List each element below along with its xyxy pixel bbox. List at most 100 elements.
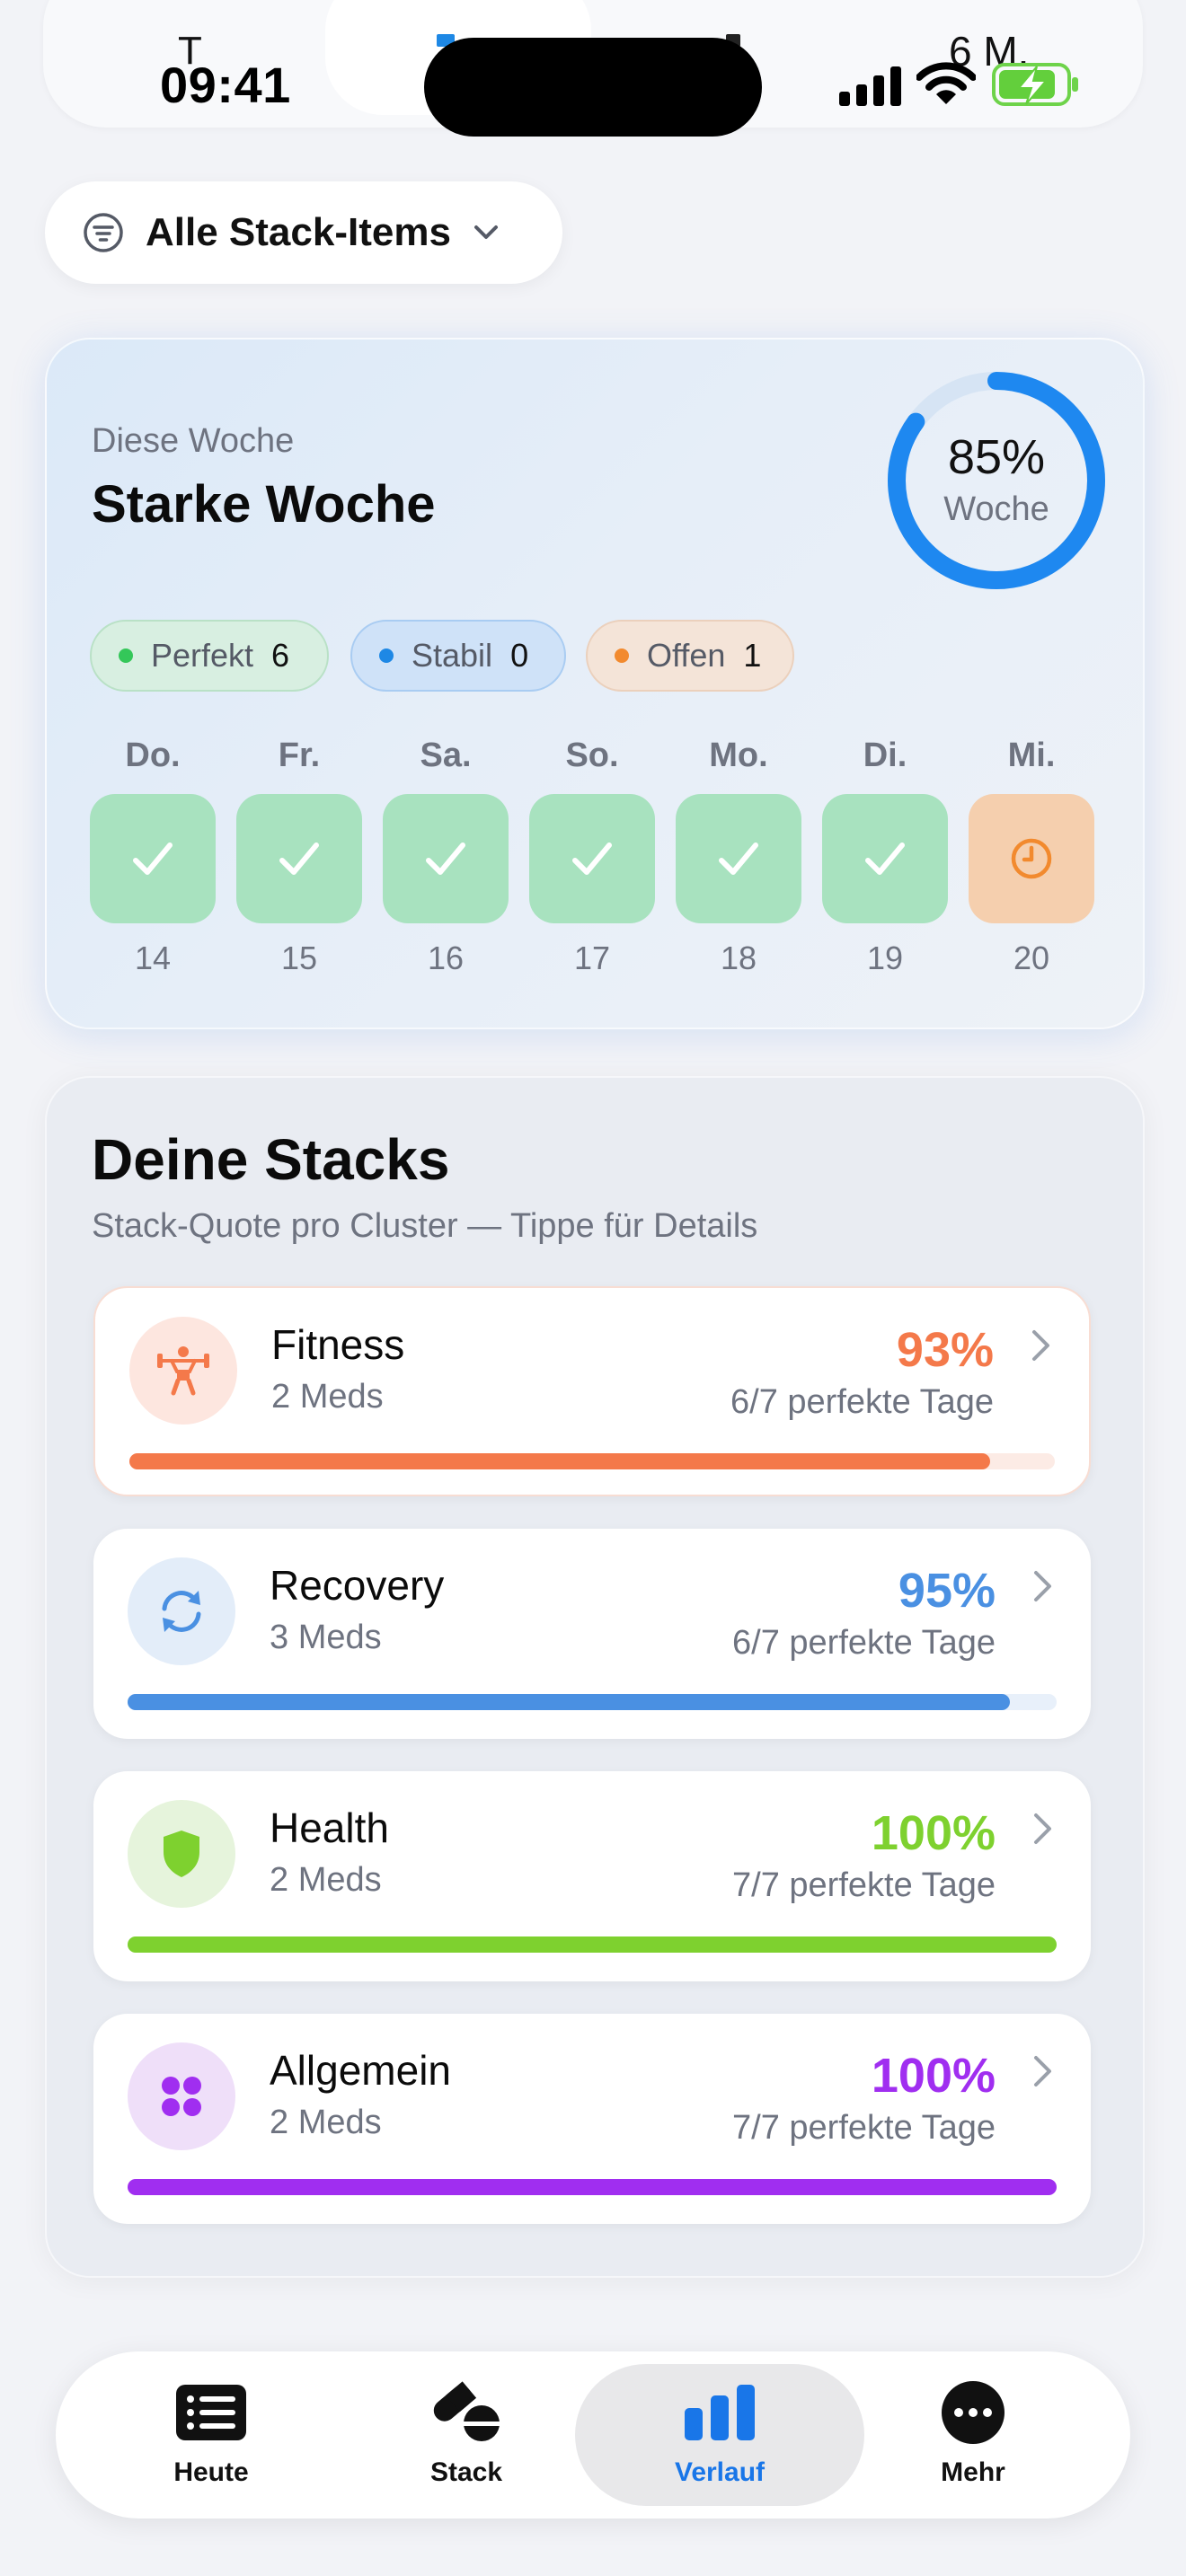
- clock-icon: [1011, 838, 1052, 879]
- checkmark-icon: [133, 842, 173, 875]
- stack-meds: 2 Meds: [271, 1378, 384, 1416]
- weightlifter-icon: [129, 1317, 237, 1425]
- day-status-done[interactable]: [676, 794, 801, 923]
- week-progress-value: 85%: [947, 430, 1046, 484]
- day-number: 16: [427, 940, 465, 976]
- chip-count: 0: [510, 637, 529, 674]
- chevron-right-icon: [1034, 2056, 1051, 2086]
- day-label: Mi.: [1007, 737, 1056, 774]
- chevron-right-icon: [1032, 1330, 1049, 1361]
- day-status-done[interactable]: [529, 794, 655, 923]
- status-time: 09:41: [160, 57, 291, 113]
- chip-count: 6: [271, 637, 290, 674]
- chip-label: Perfekt: [151, 637, 254, 674]
- bar-chart-icon: [683, 2380, 757, 2445]
- stack-name: Health: [270, 1804, 389, 1851]
- checkmark-icon: [279, 842, 319, 875]
- tab-mehr[interactable]: Mehr: [846, 2380, 1100, 2488]
- tab-stack[interactable]: Stack: [340, 2380, 593, 2488]
- chevron-right-icon: [1034, 1571, 1051, 1601]
- day-status-done[interactable]: [383, 794, 509, 923]
- stack-name: Fitness: [271, 1321, 405, 1368]
- checkmark-icon: [426, 842, 465, 875]
- stack-progress-fill: [128, 1936, 1057, 1953]
- stack-percent: 93%: [896, 1323, 994, 1377]
- chip-label: Offen: [647, 637, 726, 674]
- dynamic-island: [424, 38, 762, 137]
- battery-charging-icon: [992, 63, 1078, 106]
- stack-meds: 2 Meds: [270, 1861, 382, 1899]
- day-label: Fr.: [278, 737, 321, 774]
- chip-perfekt[interactable]: Perfekt 6: [90, 620, 329, 692]
- stack-row-fitness[interactable]: Fitness 2 Meds 93% 6/7 perfekte Tage: [93, 1286, 1091, 1496]
- day-label: Sa.: [420, 737, 472, 774]
- checkmark-icon: [719, 842, 758, 875]
- chip-stabil[interactable]: Stabil 0: [350, 620, 566, 692]
- checkmark-icon: [865, 842, 905, 875]
- stack-meds: 2 Meds: [270, 2104, 382, 2141]
- tab-verlauf[interactable]: Verlauf: [593, 2380, 846, 2488]
- day-status-done[interactable]: [236, 794, 362, 923]
- stack-perfect-days: 7/7 perfekte Tage: [732, 1866, 996, 1904]
- stack-progress-track: [128, 1694, 1057, 1710]
- week-title: Starke Woche: [92, 475, 436, 534]
- filter-lines-icon: [84, 213, 123, 252]
- stack-progress-track: [128, 1936, 1057, 1953]
- day-number: 20: [1013, 940, 1050, 976]
- chip-dot: [379, 648, 394, 663]
- stack-progress-fill: [128, 1694, 1011, 1710]
- tab-label: Mehr: [941, 2457, 1005, 2487]
- pills-icon: [429, 2380, 503, 2445]
- day-label: So.: [565, 737, 619, 774]
- week-subtitle: Diese Woche: [92, 422, 295, 460]
- more-dots-icon: [936, 2380, 1010, 2445]
- shield-icon: [128, 1800, 235, 1908]
- four-dots-icon: [128, 2042, 235, 2150]
- stack-percent: 100%: [871, 1806, 996, 1860]
- day-number: 14: [134, 940, 172, 976]
- stacks-subtitle: Stack-Quote pro Cluster — Tippe für Deta…: [92, 1207, 758, 1245]
- chip-dot: [615, 648, 629, 663]
- wifi-icon: [916, 62, 976, 104]
- stack-filter-dropdown[interactable]: Alle Stack-Items: [45, 181, 562, 284]
- sync-arrows-icon: [128, 1557, 235, 1665]
- week-progress-label: Woche: [943, 490, 1049, 528]
- stack-name: Recovery: [270, 1562, 445, 1609]
- day-status-done[interactable]: [822, 794, 948, 923]
- chip-label: Stabil: [412, 637, 493, 674]
- tab-heute[interactable]: Heute: [84, 2380, 338, 2488]
- day-label: Di.: [863, 737, 907, 774]
- day-number: 19: [866, 940, 904, 976]
- chevron-down-icon: [474, 225, 498, 239]
- stack-percent: 95%: [898, 1564, 996, 1618]
- day-number: 17: [573, 940, 611, 976]
- stack-row-recovery[interactable]: Recovery 3 Meds 95% 6/7 perfekte Tage: [93, 1529, 1091, 1739]
- chip-dot: [119, 648, 133, 663]
- tab-label: Verlauf: [674, 2457, 766, 2487]
- day-label: Mo.: [709, 737, 768, 774]
- stack-perfect-days: 6/7 perfekte Tage: [730, 1383, 994, 1421]
- stack-row-health[interactable]: Health 2 Meds 100% 7/7 perfekte Tage: [93, 1771, 1091, 1981]
- stack-row-allgemein[interactable]: Allgemein 2 Meds 100% 7/7 perfekte Tage: [93, 2014, 1091, 2224]
- checkmark-icon: [572, 842, 612, 875]
- tab-label: Heute: [173, 2457, 249, 2487]
- stack-meds: 3 Meds: [270, 1619, 382, 1656]
- stack-progress-track: [129, 1453, 1055, 1469]
- day-status-open[interactable]: [969, 794, 1094, 923]
- stacks-title: Deine Stacks: [92, 1127, 450, 1192]
- filter-label: Alle Stack-Items: [146, 210, 451, 254]
- list-icon: [174, 2380, 248, 2445]
- day-status-done[interactable]: [90, 794, 216, 923]
- tab-label: Stack: [429, 2457, 503, 2487]
- day-number: 15: [280, 940, 318, 976]
- cellular-signal-icon: [839, 66, 901, 106]
- day-number: 18: [720, 940, 757, 976]
- stack-perfect-days: 6/7 perfekte Tage: [732, 1624, 996, 1662]
- chevron-right-icon: [1034, 1813, 1051, 1844]
- stack-name: Allgemein: [270, 2047, 451, 2094]
- day-label: Do.: [125, 737, 181, 774]
- chip-offen[interactable]: Offen 1: [586, 620, 794, 692]
- stack-progress-track: [128, 2179, 1057, 2195]
- stack-progress-fill: [129, 1453, 990, 1469]
- stack-perfect-days: 7/7 perfekte Tage: [732, 2109, 996, 2147]
